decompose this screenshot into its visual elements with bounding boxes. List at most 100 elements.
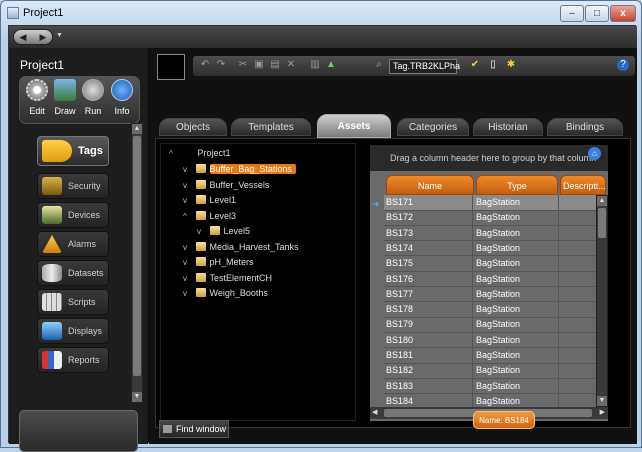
table-row[interactable]: BS180 BagStation	[384, 332, 604, 349]
sidebar-item-displays[interactable]: Displays	[37, 318, 109, 344]
tree-node[interactable]: v pH_Meters	[183, 255, 254, 269]
cell-type: BagStation	[476, 227, 521, 238]
sidebar-item-devices[interactable]: Devices	[37, 202, 109, 228]
sidebar-scrollbar[interactable]: ▲ ▼	[131, 123, 143, 403]
tab-templates[interactable]: Templates	[231, 118, 311, 136]
print-icon[interactable]: ▥	[309, 59, 321, 71]
tools-icon[interactable]: ✱	[505, 59, 517, 71]
scroll-left-icon[interactable]: ◀	[372, 408, 377, 416]
table-row[interactable]: BS178 BagStation	[384, 302, 604, 318]
search-icon[interactable]: ⌕	[373, 59, 385, 71]
scroll-thumb[interactable]	[133, 136, 141, 376]
tab-categories[interactable]: Categories	[397, 118, 469, 136]
tree-node[interactable]: ^ Project1	[169, 146, 231, 160]
delete-icon[interactable]: ✕	[285, 59, 297, 71]
sidebar-item-reports[interactable]: Reports	[37, 347, 109, 373]
collapse-icon[interactable]: ^	[169, 147, 179, 161]
tab-assets[interactable]: Assets	[317, 114, 391, 138]
scroll-thumb[interactable]	[598, 208, 606, 238]
sidebar-item-scripts[interactable]: Scripts	[37, 289, 109, 315]
nav-dropdown-icon[interactable]: ▼	[56, 32, 63, 39]
mode-draw[interactable]: Draw	[51, 79, 79, 123]
tree-node-label: Level1	[209, 195, 237, 205]
tab-historian[interactable]: Historian	[473, 118, 543, 136]
tree-node[interactable]: v Level5	[197, 224, 250, 238]
mode-edit[interactable]: Edit	[23, 79, 51, 123]
draw-icon	[54, 79, 76, 101]
minimize-button[interactable]: –	[560, 5, 584, 22]
expand-icon[interactable]: v	[183, 194, 193, 208]
asset-tree: ^ Project1 v Buffer_Bag_Stations v Buffe…	[160, 143, 356, 421]
scroll-up-icon[interactable]: ▲	[132, 124, 142, 134]
column-header-type[interactable]: Type	[476, 175, 558, 195]
find-window-button[interactable]: Find window	[159, 420, 229, 438]
scroll-down-icon[interactable]: ▼	[597, 396, 607, 406]
expand-icon[interactable]: v	[183, 179, 193, 193]
tab-objects[interactable]: Objects	[159, 118, 227, 136]
sidebar-item-security[interactable]: Security	[37, 173, 109, 199]
sidebar-item-alarms[interactable]: Alarms	[37, 231, 109, 257]
tree-node[interactable]: ^ Level3	[183, 209, 236, 223]
expand-icon[interactable]: v	[197, 225, 207, 239]
help-icon[interactable]: ?	[617, 59, 629, 71]
cell-name: BS176	[386, 273, 414, 284]
window-title: Project1	[23, 7, 64, 19]
close-button[interactable]: x	[610, 5, 636, 22]
back-forward-buttons[interactable]: ◀ ▶	[13, 29, 53, 45]
column-header-name[interactable]: Name	[386, 175, 474, 195]
expand-icon[interactable]: v	[183, 287, 193, 301]
mode-label: Draw	[54, 106, 76, 116]
expand-icon[interactable]: v	[183, 241, 193, 255]
up-arrow-icon[interactable]: ▲	[325, 59, 337, 71]
table-row[interactable]: BS174 BagStation	[384, 240, 604, 257]
table-row[interactable]: BS173 BagStation	[384, 225, 604, 242]
mode-run[interactable]: Run	[79, 79, 107, 123]
tree-node[interactable]: v Level1	[183, 193, 236, 207]
cell-name: BS182	[386, 365, 414, 376]
expand-icon[interactable]: v	[183, 272, 193, 286]
undo-icon[interactable]: ↶	[199, 59, 211, 71]
redo-icon[interactable]: ↷	[215, 59, 227, 71]
tree-node[interactable]: v Buffer_Bag_Stations	[183, 162, 296, 176]
column-header-description[interactable]: Descripti...	[560, 175, 606, 195]
sidebar-item-datasets[interactable]: Datasets	[37, 260, 109, 286]
table-row[interactable]: BS182 BagStation	[384, 363, 604, 379]
settings-icon[interactable]: ⌂	[588, 147, 601, 160]
table-row[interactable]: BS179 BagStation	[384, 317, 604, 333]
paste-icon[interactable]: ▤	[269, 59, 281, 71]
cut-icon[interactable]: ✂	[237, 59, 249, 71]
tree-node[interactable]: v Media_Harvest_Tanks	[183, 240, 299, 254]
scroll-up-icon[interactable]: ▲	[597, 196, 607, 206]
sidebar-item-label: Alarms	[68, 239, 97, 249]
grid-vertical-scrollbar[interactable]: ▲ ▼	[596, 195, 608, 407]
sidebar-item-label: Devices	[68, 210, 101, 220]
tree-node[interactable]: v Weigh_Booths	[183, 286, 268, 300]
scroll-right-icon[interactable]: ▶	[600, 408, 605, 416]
table-row[interactable]: BS175 BagStation	[384, 256, 604, 272]
cell-type: BagStation	[476, 273, 521, 284]
tag-search-box[interactable]: Tag.TRB2KLPha	[389, 59, 460, 74]
table-row[interactable]: BS181 BagStation	[384, 348, 604, 364]
collapse-icon[interactable]: ^	[183, 210, 193, 224]
table-row[interactable]: BS172 BagStation	[384, 210, 604, 226]
scroll-down-icon[interactable]: ▼	[132, 392, 142, 402]
tab-bindings[interactable]: Bindings	[547, 118, 623, 136]
table-row[interactable]: BS183 BagStation	[384, 378, 604, 395]
expand-icon[interactable]: v	[183, 163, 193, 177]
table-row[interactable]: BS176 BagStation	[384, 271, 604, 287]
check-icon[interactable]: ✔	[469, 59, 481, 71]
table-row[interactable]: BS177 BagStation	[384, 286, 604, 303]
cell-name: BS181	[386, 350, 414, 360]
forward-arrow-icon[interactable]: ▶	[36, 31, 50, 43]
document-icon[interactable]: ▯	[487, 59, 499, 71]
group-by-hint[interactable]: Drag a column header here to group by th…	[370, 145, 608, 171]
table-row[interactable]: BS171 BagStation	[384, 195, 604, 211]
back-arrow-icon[interactable]: ◀	[16, 31, 30, 43]
tree-node[interactable]: v TestElementCH	[183, 271, 272, 285]
maximize-button[interactable]: □	[585, 5, 609, 22]
copy-icon[interactable]: ▣	[253, 59, 265, 71]
tree-node[interactable]: v Buffer_Vessels	[183, 178, 269, 192]
sidebar-item-tags[interactable]: Tags	[37, 136, 109, 166]
mode-info[interactable]: Info	[108, 79, 136, 123]
expand-icon[interactable]: v	[183, 256, 193, 270]
